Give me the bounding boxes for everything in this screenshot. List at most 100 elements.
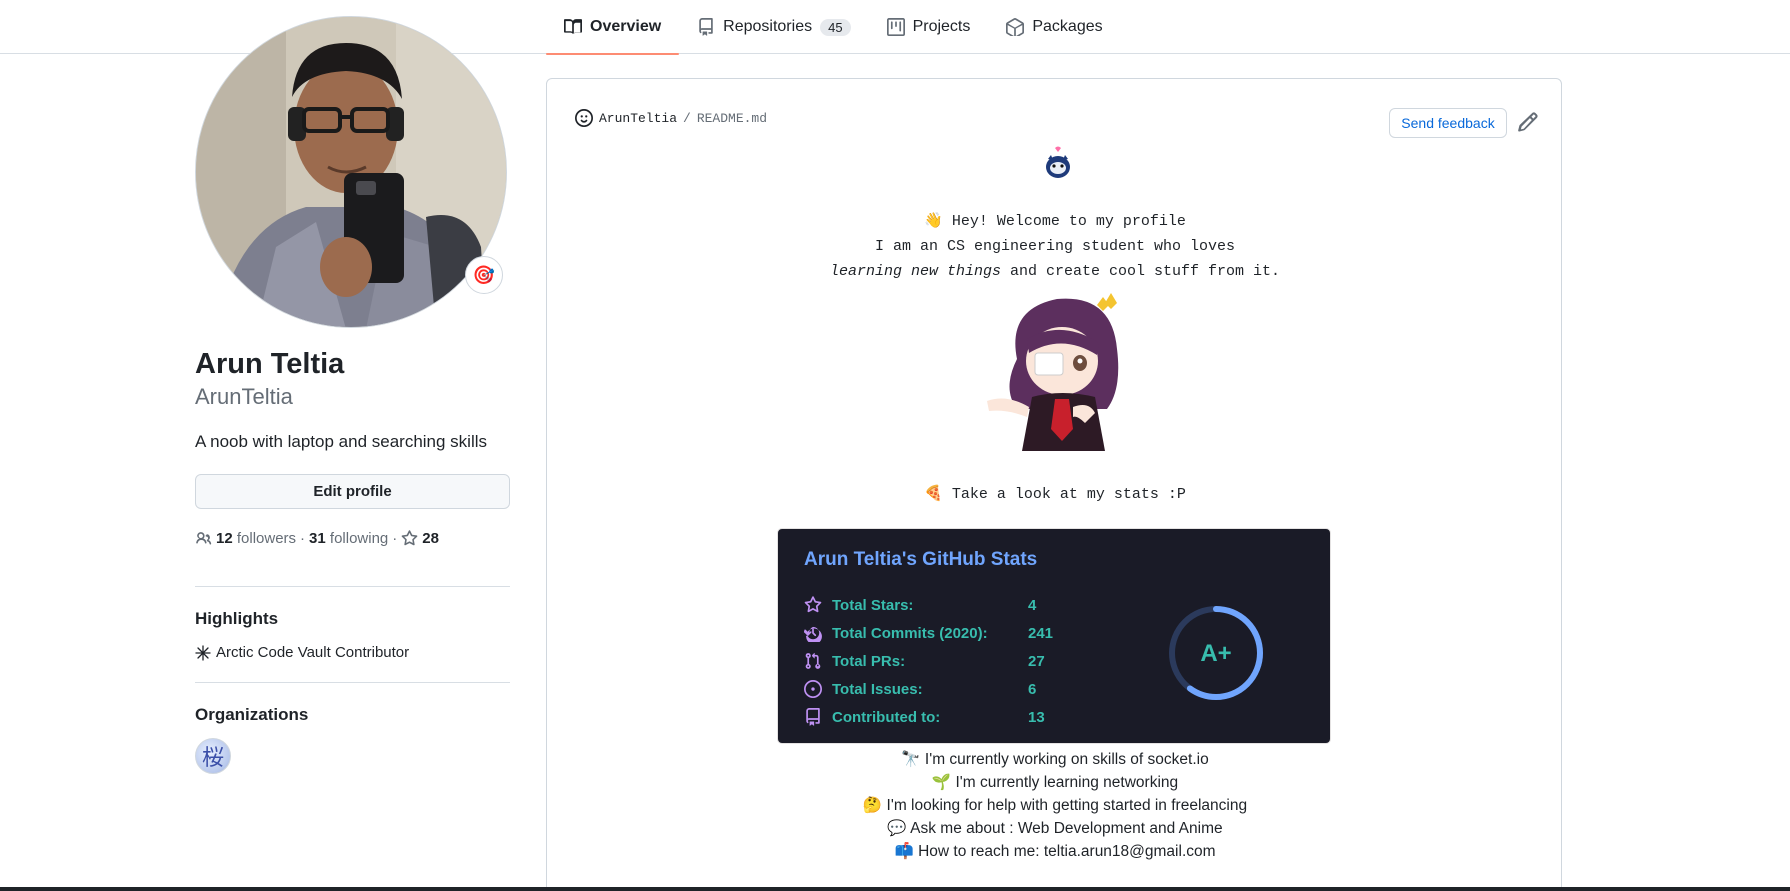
avatar[interactable] — [195, 16, 507, 328]
readme-intro: 👋 Hey! Welcome to my profile I am an CS … — [547, 209, 1563, 284]
bullet-text: I'm currently learning networking — [955, 774, 1179, 791]
stat-row-prs: Total PRs: 27 — [804, 651, 1045, 671]
tab-projects-label: Projects — [912, 18, 971, 35]
thinking-face-icon: 🤔 — [862, 797, 883, 814]
stat-value: 241 — [1028, 624, 1054, 642]
stat-row-issues: Total Issues: 6 — [804, 679, 1036, 699]
intro-line: learning new things and create cool stuf… — [547, 259, 1563, 284]
following-count: 31 — [309, 530, 326, 547]
readme-bullets: 🔭 I'm currently working on skills of soc… — [547, 748, 1563, 863]
highlights-heading: Highlights — [195, 609, 279, 628]
highlight-label: Arctic Code Vault Contributor — [216, 644, 410, 661]
bullet-item: 🤔 I'm looking for help with getting star… — [547, 794, 1563, 817]
tab-projects[interactable]: Projects — [869, 0, 989, 54]
stat-row-commits: Total Commits (2020): 241 — [804, 623, 1053, 643]
tab-overview-label: Overview — [590, 18, 662, 35]
path-separator: / — [683, 110, 691, 126]
bullet-text: I'm looking for help with getting starte… — [886, 797, 1248, 814]
repositories-count: 45 — [820, 18, 851, 36]
stat-value: 27 — [1028, 652, 1045, 670]
separator: · — [392, 530, 398, 547]
snowflake-icon — [195, 644, 211, 661]
stats-title: Arun Teltia's GitHub Stats — [804, 549, 1038, 570]
stats-intro: 🍕 Take a look at my stats :P — [547, 482, 1563, 507]
following-link[interactable]: 31 following — [309, 530, 388, 547]
history-icon — [804, 626, 822, 642]
mailbox-icon: 📫 — [894, 843, 914, 860]
readme-filename: README.md — [696, 110, 768, 126]
stat-row-stars: Total Stars: 4 — [804, 595, 1036, 615]
stats-intro-line: 🍕 Take a look at my stats :P — [924, 486, 1186, 503]
intro-line: 👋 Hey! Welcome to my profile — [924, 213, 1186, 230]
separator: · — [300, 530, 306, 547]
project-icon — [886, 18, 905, 36]
anime-character-image — [987, 293, 1119, 451]
stars-link[interactable]: 28 — [401, 530, 439, 547]
stat-value: 13 — [1028, 708, 1045, 726]
organizations-heading: Organizations — [195, 705, 309, 724]
speech-bubble-icon: 💬 — [887, 820, 907, 837]
bullet-text: Ask me about : Web Development and Anime — [910, 820, 1223, 837]
profile-name: Arun Teltia — [195, 348, 345, 380]
organization-avatar[interactable]: 桜 — [195, 738, 231, 774]
stat-label: Total Stars: — [832, 596, 914, 614]
profile-username: ArunTeltia — [195, 384, 293, 409]
stat-label: Total Commits (2020): — [832, 624, 988, 642]
stat-label: Total PRs: — [832, 652, 906, 670]
intro-line: I am an CS engineering student who loves — [874, 238, 1236, 255]
tab-overview[interactable]: Overview — [546, 0, 680, 55]
star-icon — [804, 596, 822, 613]
following-label: following — [329, 530, 389, 547]
stat-value: 6 — [1028, 680, 1037, 698]
bullet-item: 💬 Ask me about : Web Development and Ani… — [547, 817, 1563, 840]
follow-stats: 12 followers · 31 following · 28 — [195, 530, 439, 547]
readme-owner[interactable]: ArunTeltia — [599, 111, 677, 126]
rank-ring: A+ — [1169, 606, 1263, 700]
stat-value: 4 — [1028, 596, 1037, 614]
rank-grade: A+ — [1200, 640, 1231, 667]
star-icon — [401, 530, 418, 546]
readme-card: ArunTeltia / README.md Send feedback 👋 H… — [546, 78, 1562, 891]
repo-icon — [806, 708, 820, 726]
tab-packages-label: Packages — [1032, 18, 1103, 35]
window-bottom-edge — [0, 887, 1790, 891]
mascot-image — [1046, 146, 1070, 178]
tab-packages[interactable]: Packages — [988, 0, 1120, 54]
bullet-item: 🌱 I'm currently learning networking — [547, 771, 1563, 794]
bullet-item: 🔭 I'm currently working on skills of soc… — [547, 748, 1563, 771]
organization-logo: 桜 — [201, 746, 224, 771]
status-emoji-button[interactable]: 🎯 — [465, 256, 503, 294]
followers-link[interactable]: 12 followers — [216, 530, 296, 547]
package-icon — [1006, 18, 1025, 36]
book-icon — [564, 19, 582, 34]
divider — [195, 682, 510, 683]
avatar-photo — [196, 17, 506, 327]
github-stats-card[interactable]: Arun Teltia's GitHub Stats Total Stars: … — [777, 528, 1331, 744]
repo-icon — [699, 18, 713, 36]
followers-label: followers — [236, 530, 297, 547]
pencil-icon[interactable] — [1517, 111, 1539, 133]
intro-emphasis: learning new things — [829, 263, 1001, 280]
bullet-item: 📫 How to reach me: teltia.arun18@gmail.c… — [547, 840, 1563, 863]
readme-path: ArunTeltia / README.md — [575, 109, 767, 127]
telescope-icon: 🔭 — [901, 751, 921, 768]
send-feedback-button[interactable]: Send feedback — [1389, 108, 1507, 138]
tab-list: Overview Repositories 45 Projects Packag… — [546, 0, 1121, 55]
stat-label: Total Issues: — [832, 680, 923, 698]
stars-count: 28 — [422, 530, 439, 547]
people-icon — [196, 532, 212, 545]
bullet-text: I'm currently working on skills of socke… — [924, 751, 1209, 768]
tab-repositories[interactable]: Repositories 45 — [679, 0, 868, 54]
followers-count: 12 — [216, 530, 233, 547]
highlight-item[interactable]: Arctic Code Vault Contributor — [195, 644, 409, 661]
contact-label: How to reach me: — [918, 843, 1044, 860]
edit-profile-button[interactable]: Edit profile — [195, 474, 510, 509]
stat-label: Contributed to: — [832, 708, 941, 726]
tab-repositories-label: Repositories — [723, 18, 813, 35]
email-link[interactable]: teltia.arun18@gmail.com — [1044, 843, 1216, 860]
divider — [195, 586, 510, 587]
smiley-icon — [575, 109, 593, 127]
intro-rest: and create cool stuff from it. — [1000, 263, 1281, 280]
issue-icon — [804, 680, 822, 698]
target-icon: 🎯 — [472, 264, 496, 285]
